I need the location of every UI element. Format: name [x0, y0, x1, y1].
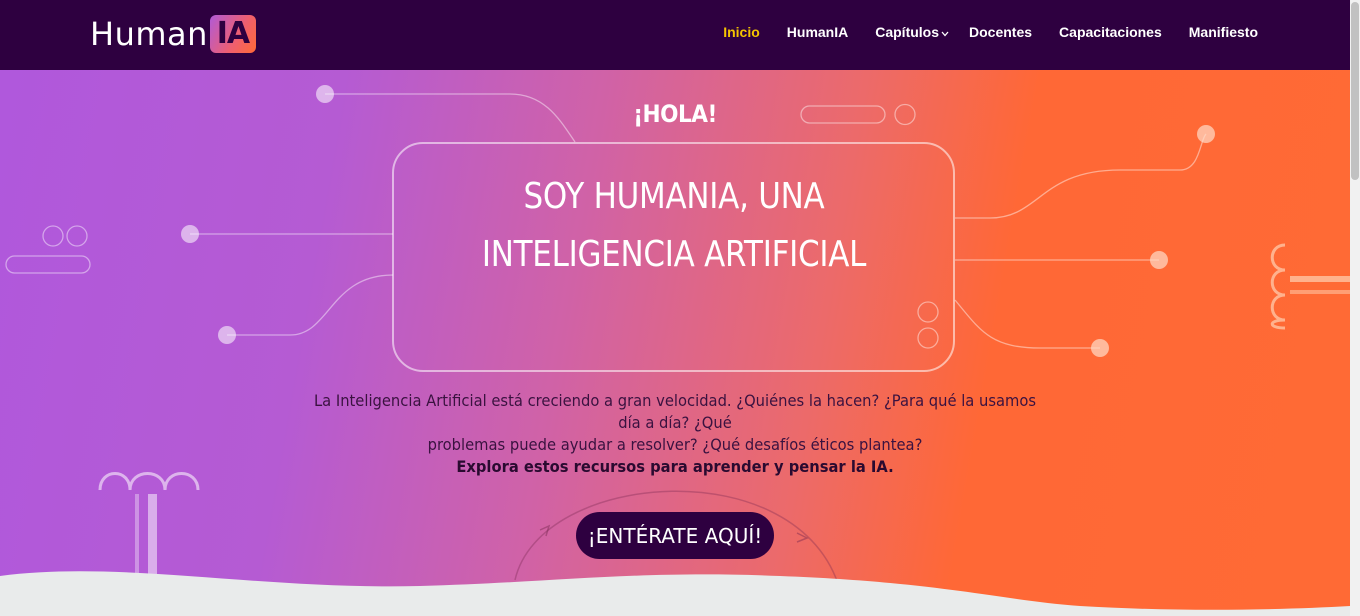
- top-navbar: Human IA Inicio HumanIA Capítulos Docent…: [0, 0, 1350, 70]
- main-menu: Inicio HumanIA Capítulos Docentes Capaci…: [696, 24, 1258, 40]
- logo-text: Human: [90, 15, 208, 53]
- menu-item-label: Docentes: [969, 24, 1033, 40]
- menu-item-label: Capítulos: [875, 24, 940, 40]
- logo-badge-text: IA: [216, 16, 250, 51]
- menu-item-label: Capacitaciones: [1059, 24, 1162, 40]
- page-scrollbar[interactable]: [1350, 0, 1360, 616]
- chevron-down-icon: [941, 24, 949, 40]
- hero-section: ¡HOLA! SOY HUMANIA, UNA INTELIGENCIA ART…: [0, 70, 1350, 616]
- menu-item-capitulos[interactable]: Capítulos: [875, 24, 949, 40]
- logo-badge: IA: [209, 15, 256, 53]
- menu-item-label: Inicio: [723, 24, 760, 40]
- menu-item-label: HumanIA: [786, 24, 849, 40]
- menu-item-inicio[interactable]: Inicio: [723, 24, 760, 40]
- menu-item-label: Manifiesto: [1188, 24, 1258, 40]
- site-logo[interactable]: Human IA: [90, 14, 256, 54]
- menu-item-manifiesto[interactable]: Manifiesto: [1189, 24, 1258, 40]
- menu-item-humania[interactable]: HumanIA: [787, 24, 848, 40]
- scrollbar-thumb[interactable]: [1351, 2, 1359, 180]
- menu-item-docentes[interactable]: Docentes: [969, 24, 1032, 40]
- bottom-wave: [0, 571, 1350, 616]
- menu-item-capacitaciones[interactable]: Capacitaciones: [1059, 24, 1162, 40]
